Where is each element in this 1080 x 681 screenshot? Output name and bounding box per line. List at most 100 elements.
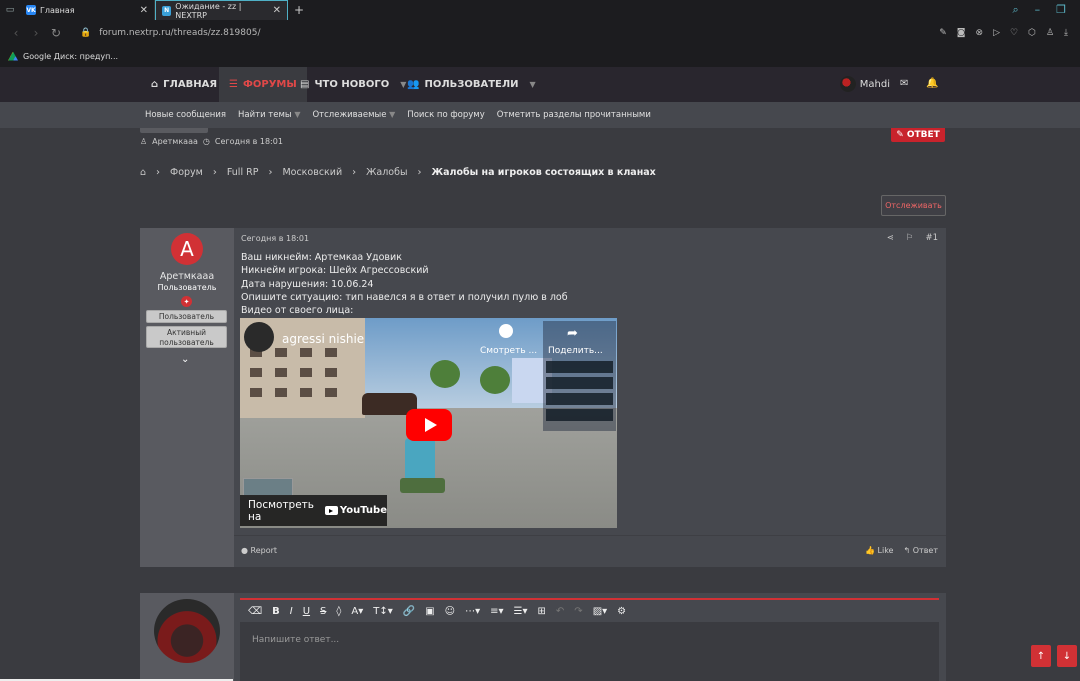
font-icon[interactable]: A▾ [351,606,363,617]
underline-icon[interactable]: U [303,606,310,617]
reply-input[interactable]: Напишите ответ... [252,635,339,645]
close-icon[interactable]: ✕ [140,5,148,16]
lock-icon[interactable]: 🔒 [80,28,91,38]
reply-link[interactable]: ↰ Ответ [903,546,938,555]
subnav-watched[interactable]: Отслеживаемые ▼ [312,110,395,120]
subnav-search-forum[interactable]: Поиск по форуму [407,110,484,120]
close-icon[interactable]: ✕ [273,5,281,16]
bookmark-icon[interactable]: ⚐ [906,233,914,243]
chevron-right-icon: › [212,167,217,178]
minimize-icon[interactable]: – [1035,3,1041,17]
share-icon[interactable]: ➦ [567,326,578,341]
image-icon[interactable]: ▣ [425,606,434,617]
address-bar: ‹ › ↻ 🔒 forum.nextrp.ru/threads/zz.81980… [0,20,1080,45]
youtube-label: YouTube [339,505,387,516]
forum-sub-nav: Новые сообщения Найти темы ▼ Отслеживаем… [0,102,1080,128]
thread-author[interactable]: Аретмкааа [152,137,198,146]
eraser-icon[interactable]: ⌫ [248,606,262,617]
breadcrumb-forum[interactable]: Форум [170,167,203,178]
clock-icon: ◷ [202,137,210,146]
new-tab-icon[interactable]: + [288,3,310,17]
post-author[interactable]: Аретмкааа [140,271,234,282]
share-label[interactable]: Поделить... [548,346,603,356]
redo-icon[interactable]: ↷ [574,606,582,617]
sidebar-toggle-icon[interactable]: ▭ [0,0,20,20]
back-icon[interactable]: ‹ [6,26,26,40]
chevron-down-icon[interactable]: ⌄ [181,354,189,365]
camera-icon[interactable]: ◙ [957,28,966,38]
youtube-logo: YouTube [324,505,387,516]
breadcrumb-section[interactable]: Full RP [227,167,259,178]
bookmarks-bar: Google Диск: предуп... [0,45,1080,67]
scroll-top-button[interactable]: ↑ [1031,645,1051,667]
window-controls: ⌕ – ❐ [1012,3,1080,17]
subnav-find-threads[interactable]: Найти темы ▼ [238,110,300,120]
send-icon[interactable]: ▷ [993,28,1000,38]
subnav-new-posts[interactable]: Новые сообщения [145,110,226,120]
search-icon[interactable]: ⌕ [1012,3,1018,17]
emoji-icon[interactable]: ☺ [445,606,455,617]
italic-icon[interactable]: I [290,606,293,617]
post-tools: ⋖ ⚐ #1 [887,233,938,243]
google-drive-icon [8,51,18,61]
block-icon[interactable]: ⊗ [976,28,984,38]
avatar[interactable]: A [171,233,203,265]
bold-icon[interactable]: B [272,606,280,617]
table-icon[interactable]: ⊞ [538,606,546,617]
bell-icon[interactable]: 🔔 [926,78,938,89]
url-field[interactable]: forum.nextrp.ru/threads/zz.819805/ [99,28,260,38]
avatar[interactable] [154,599,220,663]
more-icon[interactable]: ⋯▾ [465,606,480,617]
bookmark-item[interactable]: Google Диск: предуп... [23,52,118,61]
strikethrough-icon[interactable]: S [320,606,326,617]
chevron-down-icon[interactable]: ▼ [530,80,536,89]
chevron-down-icon[interactable]: ▼ [400,80,406,89]
nav-forums[interactable]: ☰ ФОРУМЫ [219,67,307,102]
text-size-icon[interactable]: T↕▾ [373,606,393,617]
nav-whats-new[interactable]: ▤ ЧТО НОВОГО ▼ [300,67,406,102]
link-icon[interactable]: 🔗 [403,606,415,617]
list-icon[interactable]: ☰▾ [514,606,528,617]
browser-tab-nextrp[interactable]: N Ожидание - zz | NEXTRP ✕ [155,0,288,20]
breadcrumb-server[interactable]: Московский [282,167,342,178]
download-icon[interactable]: ⤓ [1064,28,1068,38]
share-icon[interactable]: ⋖ [887,233,894,243]
mail-icon[interactable]: ✉ [900,78,908,89]
youtube-embed[interactable]: agressi nishie Смотреть ... ➦ Поделить..… [240,318,617,528]
report-link[interactable]: ● Report [241,546,277,555]
edit-icon[interactable]: ✎ [939,28,947,38]
clock-icon[interactable] [499,324,513,338]
reload-icon[interactable]: ↻ [46,26,66,40]
post-date[interactable]: Сегодня в 18:01 [241,234,309,243]
account-icon[interactable]: ♙ [1046,28,1054,38]
post-number[interactable]: #1 [925,233,938,243]
like-button[interactable]: 👍 Like [865,546,893,555]
restore-icon[interactable]: ❐ [1056,3,1066,17]
scroll-bottom-button[interactable]: ↓ [1057,645,1077,667]
color-icon[interactable]: ◊ [336,606,341,617]
watch-later-label[interactable]: Смотреть ... [480,346,537,356]
breadcrumb-complaints[interactable]: Жалобы [366,167,407,178]
settings-icon[interactable]: ⚙ [617,606,626,617]
preview-icon[interactable]: ▨▾ [593,606,607,617]
follow-button[interactable]: Отслеживать [881,195,946,216]
thread-tool-button[interactable] [140,128,208,133]
reply-button[interactable]: ✎ ОТВЕТ [891,128,945,142]
browser-tab-vk[interactable]: VK Главная ✕ [20,0,155,20]
username: Mahdi [859,78,890,90]
play-button[interactable] [406,409,452,441]
subnav-mark-read[interactable]: Отметить разделы прочитанными [497,110,651,120]
undo-icon[interactable]: ↶ [556,606,564,617]
post-line: Дата нарушения: 10.06.24 [241,278,374,290]
forward-icon[interactable]: › [26,26,46,40]
heart-icon[interactable]: ♡ [1010,28,1018,38]
watch-on-youtube-button[interactable]: Посмотреть на YouTube [240,495,387,526]
nav-home[interactable]: ⌂ ГЛАВНАЯ [151,67,217,102]
video-title[interactable]: agressi nishie [282,332,364,346]
channel-avatar[interactable] [244,322,274,352]
user-menu[interactable]: Mahdi [839,76,890,92]
nav-users[interactable]: 👥 ПОЛЬЗОВАТЕЛИ ▼ [407,67,536,102]
home-icon[interactable]: ⌂ [140,167,146,178]
cube-icon[interactable]: ⬡ [1028,28,1036,38]
align-icon[interactable]: ≡▾ [490,606,503,617]
